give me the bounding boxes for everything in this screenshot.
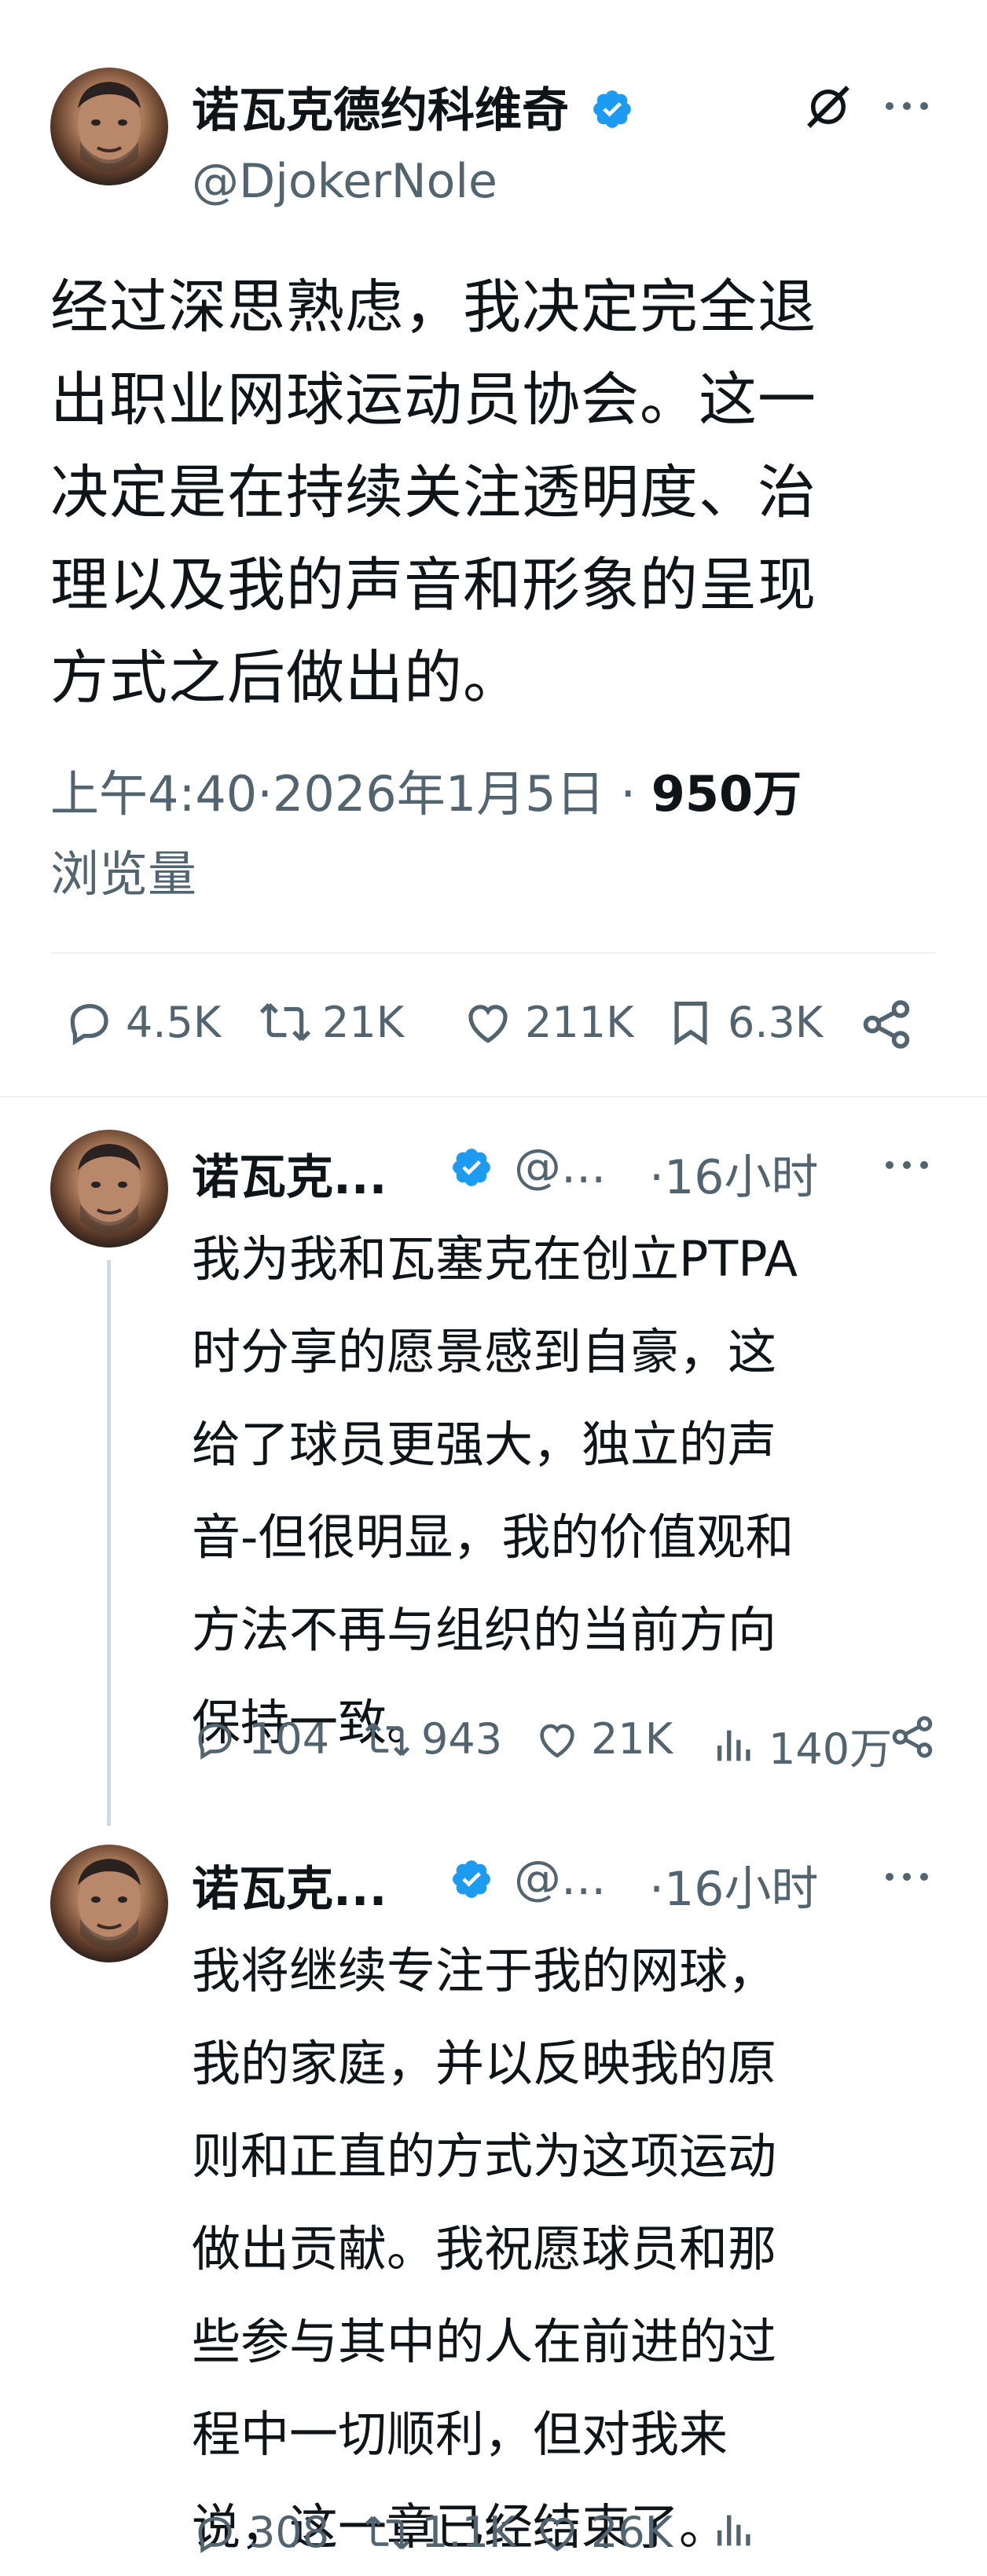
like-button[interactable]: 26K [534,2508,673,2557]
like-icon [540,1724,574,1757]
like-count: 21K [591,1714,673,1764]
reply-count: 104 [248,1714,330,1764]
reply-icon [198,1723,232,1760]
reply-author-name[interactable]: 诺瓦克... [192,1139,387,1207]
more-icon[interactable] [875,1145,938,1185]
reply-button[interactable]: 4.5K [63,996,221,1048]
reply-icon [70,1004,108,1046]
reply-text-line: 我为我和瓦塞克在创立PTPA [192,1230,798,1288]
timestamp[interactable]: 上午4:40·2026年1月5日 · [50,765,636,823]
views-label: 浏览量 [50,845,197,903]
reply-button[interactable]: 104 [192,1714,329,1764]
reply-avatar[interactable] [50,1130,168,1248]
reply-author-handle[interactable]: @... [514,1851,606,1906]
bookmark-count: 6.3K [728,997,824,1047]
reply-text-line: 我的家庭，并以反映我的原 [192,2035,777,2092]
views-icon [717,2515,750,2546]
tweet-text-line: 理以及我的声音和形象的呈现 [50,551,816,619]
share-button[interactable] [888,1713,948,1761]
verified-badge-icon [590,87,634,143]
reply-avatar[interactable] [50,1845,168,1962]
reply-timestamp[interactable]: ·16小时 [649,1851,818,1919]
reply-author-handle[interactable]: @... [514,1139,606,1194]
thread-line [107,1260,111,1826]
share-button[interactable] [858,996,926,1053]
retweet-icon [365,1722,410,1756]
reply-icon [198,2516,232,2553]
reply-timestamp[interactable]: ·16小时 [649,1139,818,1207]
avatar-face-icon [78,1144,141,1234]
views-button[interactable]: 140万 [712,1714,892,1776]
bookmark-icon [674,1002,707,1046]
grok-icon[interactable] [797,75,860,138]
tweet-meta: 上午4:40·2026年1月5日 · 950万 [50,754,802,825]
retweet-button[interactable]: 21K [259,996,404,1048]
views-count: 950万 [651,765,802,823]
reply-count: 4.5K [126,997,222,1047]
tweet-text-line: 决定是在持续关注透明度、治 [50,459,816,526]
views-count: 140万 [769,1724,893,1774]
reply-text: 我为我和瓦塞克在创立PTPA 时分享的愿景感到自豪，这 给了球员更强大，独立的声… [192,1213,946,1769]
tweet-text: 经过深思熟虑，我决定完全退 出职业网球运动员协会。这一 决定是在持续关注透明度、… [50,261,946,724]
tweet-text-line: 经过深思熟虑，我决定完全退 [50,273,816,341]
tweet-text-line: 出职业网球运动员协会。这一 [50,366,816,434]
like-count: 26K [591,2508,673,2557]
like-count: 211K [525,997,634,1047]
more-icon[interactable] [875,79,938,134]
retweet-icon [365,2516,410,2549]
divider [0,1096,987,1097]
like-button[interactable]: 21K [534,1714,673,1764]
retweet-button[interactable]: 1.1K [365,2508,516,2557]
verified-badge-icon [449,1145,494,1193]
reply-text-line: 我将继续专注于我的网球， [192,1942,777,1999]
reply-text-line: 音-但很明显，我的价值观和 [192,1508,794,1566]
reply-text-line: 做出贡献。我祝愿球员和那 [192,2220,777,2277]
bookmark-button[interactable]: 6.3K [665,996,823,1048]
author-name[interactable]: 诺瓦克德约科维奇 [192,72,634,143]
author-name-text[interactable]: 诺瓦克德约科维奇 [192,83,569,138]
avatar-face-icon [78,82,141,172]
retweet-button[interactable]: 943 [365,1714,502,1764]
reply-text-line: 时分享的愿景感到自豪，这 [192,1323,777,1380]
reply-text-line: 方法不再与组织的当前方向 [192,1601,777,1658]
reply-author-name[interactable]: 诺瓦克... [192,1851,387,1919]
like-icon [468,1005,508,1043]
reply-count: 308 [248,2508,330,2557]
retweet-count: 1.1K [421,2508,517,2557]
share-icon [892,1716,933,1758]
reply-text-line: 程中一切顺利，但对我来 [192,2406,728,2463]
retweet-count: 21K [322,997,405,1047]
views-button[interactable] [712,2508,769,2553]
like-icon [540,2517,574,2551]
retweet-icon [259,1002,311,1042]
reply-text-line: 给了球员更强大，独立的声 [192,1416,777,1473]
reply-text-line: 些参与其中的人在前进的过 [192,2313,777,2370]
verified-badge-icon [449,1857,494,1904]
reply-text-line: 则和正直的方式为这项运动 [192,2127,777,2185]
reply-button[interactable]: 308 [192,2508,329,2557]
avatar[interactable] [50,68,168,185]
author-handle[interactable]: @DjokerNole [192,154,497,209]
avatar-face-icon [78,1859,141,1949]
divider [50,952,937,954]
like-button[interactable]: 211K [462,996,633,1048]
reply-text: 我将继续专注于我的网球， 我的家庭，并以反映我的原 则和正直的方式为这项运动 做… [192,1925,946,2574]
share-icon [863,1000,910,1049]
more-icon[interactable] [875,1857,938,1896]
tweet-text-line: 方式之后做出的。 [50,644,522,712]
retweet-count: 943 [421,1714,503,1764]
views-icon [717,1730,750,1761]
